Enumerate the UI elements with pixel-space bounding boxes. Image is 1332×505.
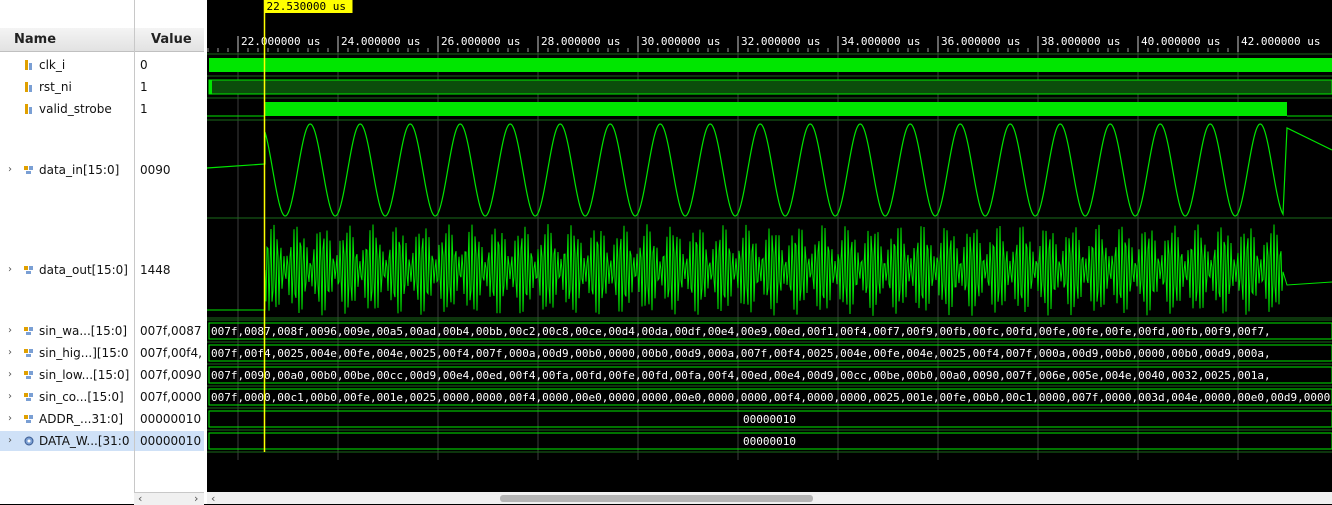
- signal-row-6[interactable]: › sin_hig...][15:0: [0, 343, 134, 363]
- scrollbar-thumb: [500, 495, 813, 502]
- signal-name: sin_wa...[15:0]: [39, 324, 128, 338]
- addr-trace: 00000010: [743, 413, 796, 426]
- sin-co-trace: 007f,0000,00c1,00b0,00fe,001e,0025,0000,…: [211, 391, 1332, 404]
- signal-value: 00000010: [140, 412, 202, 426]
- signal-value: 007f,0087: [140, 324, 202, 338]
- chevron-right-icon[interactable]: ›: [8, 343, 12, 363]
- tick-label: 28.000000 us: [541, 35, 620, 48]
- scroll-left-icon: ‹: [211, 492, 215, 504]
- signal-row-8[interactable]: › sin_co...[15:0]: [0, 387, 134, 407]
- signal-value: 1448: [140, 263, 171, 277]
- name-column: Name clk_i rst_ni valid_strobe › data_in[15:…: [0, 0, 134, 504]
- object-signal-icon: [24, 436, 34, 446]
- tick-label: 36.000000 us: [941, 35, 1020, 48]
- chevron-right-icon[interactable]: ›: [8, 365, 12, 385]
- chevron-right-icon[interactable]: ›: [8, 409, 12, 429]
- signal-row-1[interactable]: rst_ni: [0, 77, 134, 97]
- signal-row-2[interactable]: valid_strobe: [0, 99, 134, 119]
- bit-signal-icon: [25, 60, 32, 70]
- value-column-header[interactable]: Value: [135, 28, 205, 52]
- chevron-right-icon[interactable]: ›: [8, 160, 12, 180]
- signal-name: data_out[15:0]: [39, 263, 128, 277]
- signal-name: DATA_W...[31:0: [39, 434, 130, 448]
- signal-name: data_in[15:0]: [39, 163, 120, 177]
- signal-row-5[interactable]: › sin_wa...[15:0]: [0, 321, 134, 341]
- signal-value: 007f,00f4,: [140, 346, 202, 360]
- signal-panel: Name clk_i rst_ni valid_strobe › data_in[15:…: [0, 0, 205, 504]
- signal-name: sin_hig...][15:0: [39, 346, 129, 360]
- data-in-wave: [207, 123, 1332, 217]
- sin-high-trace: 007f,00f4,0025,004e,00fe,004e,0025,00f4,…: [211, 347, 1271, 360]
- tick-label: 38.000000 us: [1041, 35, 1120, 48]
- signal-value: 00000010: [135, 431, 205, 451]
- signal-name: ADDR_...31:0]: [39, 412, 124, 426]
- valid-strobe-wave: [265, 102, 1287, 116]
- signal-value: 0090: [140, 163, 171, 177]
- waveform-canvas[interactable]: 22.000000 us 24.000000 us 26.000000 us 28.0…: [207, 0, 1332, 504]
- tick-label: 40.000000 us: [1141, 35, 1220, 48]
- signal-row-3[interactable]: › data_in[15:0]: [0, 160, 134, 180]
- bit-signal-icon: [25, 82, 32, 92]
- signal-row-10[interactable]: › DATA_W...[31:0: [0, 431, 134, 451]
- tick-label: 22.000000 us: [241, 35, 320, 48]
- signal-value: 0: [140, 58, 148, 72]
- signal-value: 007f,0000: [140, 390, 202, 404]
- chevron-right-icon[interactable]: ›: [8, 431, 12, 451]
- data-w-trace: 00000010: [743, 435, 796, 448]
- value-hscrollbar[interactable]: ‹ ›: [134, 492, 204, 505]
- tick-label: 32.000000 us: [741, 35, 820, 48]
- value-column: Value 0 1 1 0090 1448 007f,0087 007f,00f4, 007f…: [134, 0, 205, 504]
- name-column-header[interactable]: Name: [0, 28, 134, 52]
- bus-signal-icon: [24, 166, 33, 174]
- bus-signal-icon: [24, 393, 33, 401]
- scroll-left-icon[interactable]: ‹: [138, 493, 142, 505]
- tick-label: 26.000000 us: [441, 35, 520, 48]
- clk-i-wave: [209, 58, 1332, 72]
- bus-signal-icon: [24, 349, 33, 357]
- signal-value: 1: [140, 102, 148, 116]
- bus-signal-icon: [24, 327, 33, 335]
- rst-ni-edge: [209, 80, 212, 94]
- signal-row-7[interactable]: › sin_low...[15:0]: [0, 365, 134, 385]
- data-out-wave: [207, 224, 1332, 316]
- signal-row-9[interactable]: › ADDR_...31:0]: [0, 409, 134, 429]
- bit-signal-icon: [25, 104, 32, 114]
- signal-name: clk_i: [39, 58, 66, 72]
- cursor-time-label: 22.530000 us: [267, 0, 346, 13]
- chevron-right-icon[interactable]: ›: [8, 321, 12, 341]
- signal-value: 007f,0090: [140, 368, 202, 382]
- tick-label: 30.000000 us: [641, 35, 720, 48]
- sin-wave-trace: 007f,0087,008f,0096,009e,00a5,00ad,00b4,…: [211, 325, 1271, 338]
- bus-signal-icon: [24, 415, 33, 423]
- signal-name: sin_co...[15:0]: [39, 390, 124, 404]
- signal-value: 1: [140, 80, 148, 94]
- tick-label: 24.000000 us: [341, 35, 420, 48]
- signal-row-4[interactable]: › data_out[15:0]: [0, 260, 134, 280]
- rst-ni-wave: [208, 79, 1332, 95]
- bus-signal-icon: [24, 266, 33, 274]
- chevron-right-icon[interactable]: ›: [8, 387, 12, 407]
- sin-low-trace: 007f,0090,00a0,00b0,00be,00cc,00d9,00e4,…: [211, 369, 1271, 382]
- signal-name: valid_strobe: [39, 102, 112, 116]
- bus-signal-icon: [24, 371, 33, 379]
- tick-label: 42.000000 us: [1241, 35, 1320, 48]
- tick-label: 34.000000 us: [841, 35, 920, 48]
- signal-name: rst_ni: [39, 80, 72, 94]
- signal-row-0[interactable]: clk_i: [0, 55, 134, 75]
- signal-name: sin_low...[15:0]: [39, 368, 130, 382]
- scroll-right-icon[interactable]: ›: [194, 493, 198, 505]
- chevron-right-icon[interactable]: ›: [8, 260, 12, 280]
